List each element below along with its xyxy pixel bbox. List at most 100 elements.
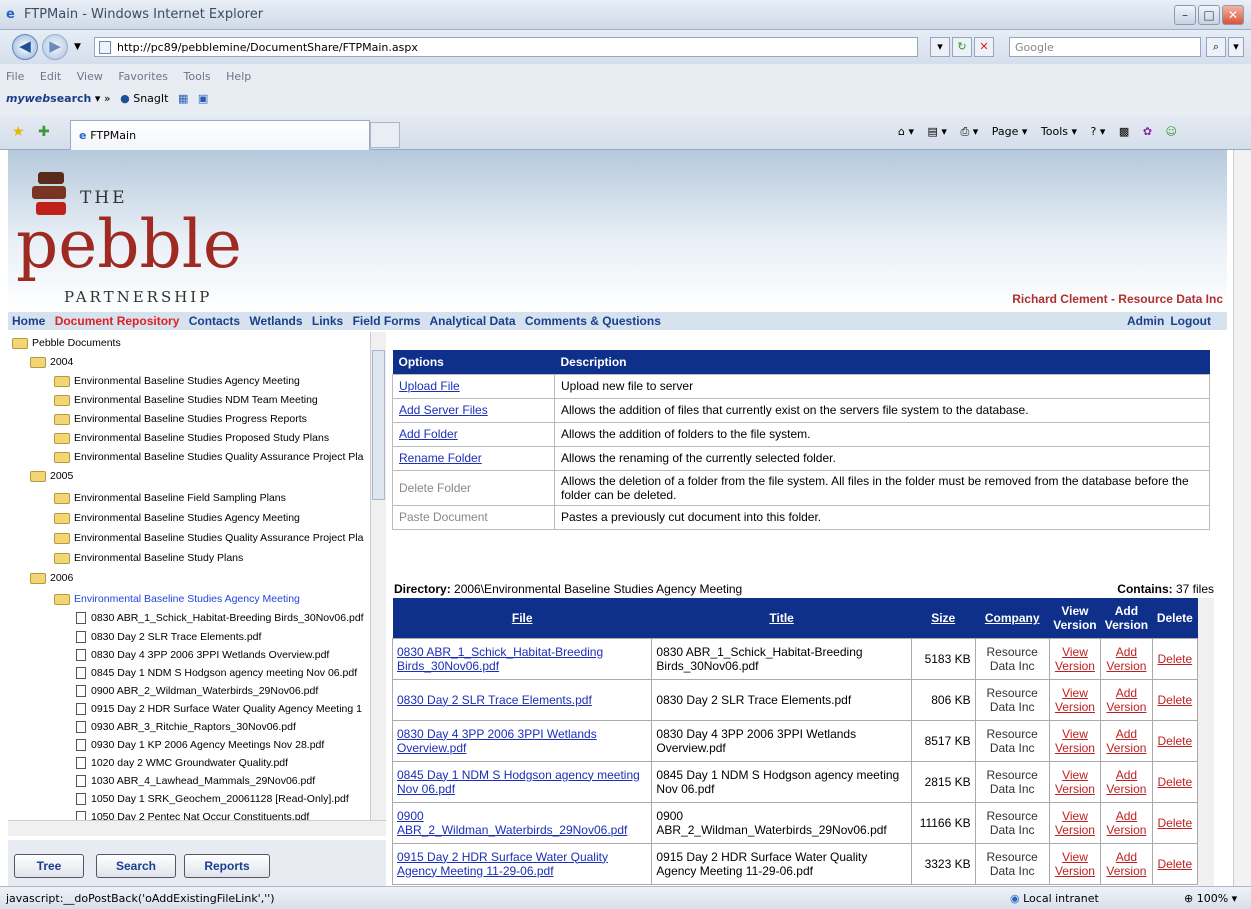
nav-analytical-data[interactable]: Analytical Data xyxy=(429,314,515,328)
nav-document-repository[interactable]: Document Repository xyxy=(55,314,180,328)
new-tab-button[interactable] xyxy=(370,122,400,148)
page-menu[interactable]: Page ▾ xyxy=(992,125,1028,138)
tree-doc[interactable]: 0930 Day 1 KP 2006 Agency Meetings Nov 2… xyxy=(76,736,324,755)
add-version-link[interactable]: Add Version xyxy=(1100,637,1153,680)
tab-ftpmain[interactable]: e FTPMain xyxy=(70,120,370,150)
tree-item[interactable]: Environmental Baseline Studies Agency Me… xyxy=(54,509,300,528)
file-link[interactable]: 0830 ABR_1_Schick_Habitat-Breeding Birds… xyxy=(391,637,653,680)
search-button[interactable]: Search xyxy=(96,854,176,878)
title-column-header[interactable]: Title xyxy=(651,598,912,638)
tree-doc[interactable]: 0900 ABR_2_Wildman_Waterbirds_29Nov06.pd… xyxy=(76,682,318,701)
view-version-link[interactable]: View Version xyxy=(1048,719,1102,762)
menu-tools[interactable]: Tools xyxy=(184,70,211,83)
upload-file-link[interactable]: Upload File xyxy=(392,373,555,399)
add-folder-link[interactable]: Add Folder xyxy=(392,421,555,447)
add-server-files-link[interactable]: Add Server Files xyxy=(392,397,555,423)
add-version-link[interactable]: Add Version xyxy=(1100,842,1153,885)
tree-doc[interactable]: 1050 Day 1 SRK_Geochem_20061128 [Read-On… xyxy=(76,790,349,809)
tree-item[interactable]: Environmental Baseline Studies Proposed … xyxy=(54,429,329,448)
favorites-star-icon[interactable]: ★ xyxy=(12,124,25,140)
tree-doc[interactable]: 1020 day 2 WMC Groundwater Quality.pdf xyxy=(76,754,288,773)
add-favorite-icon[interactable]: ✚ xyxy=(38,124,50,140)
nav-field-forms[interactable]: Field Forms xyxy=(353,314,421,328)
scroll-thumb[interactable] xyxy=(372,350,385,500)
delete-link[interactable]: Delete xyxy=(1151,637,1199,680)
tree-item[interactable]: Environmental Baseline Study Plans xyxy=(54,549,243,568)
add-version-link[interactable]: Add Version xyxy=(1100,719,1153,762)
tree-item[interactable]: Environmental Baseline Studies Quality A… xyxy=(54,529,363,548)
address-dropdown-icon[interactable]: ▾ xyxy=(930,37,950,57)
delete-link[interactable]: Delete xyxy=(1151,719,1199,762)
home-icon[interactable]: ⌂ ▾ xyxy=(898,125,914,138)
tree-horizontal-scrollbar[interactable] xyxy=(8,820,386,836)
capture-icon[interactable]: ▦ xyxy=(178,92,188,105)
file-link[interactable]: 0900 ABR_2_Wildman_Waterbirds_29Nov06.pd… xyxy=(391,801,653,844)
view-version-link[interactable]: View Version xyxy=(1048,678,1102,721)
menu-edit[interactable]: Edit xyxy=(40,70,61,83)
page-scrollbar[interactable] xyxy=(1233,150,1251,886)
tools-menu[interactable]: Tools ▾ xyxy=(1041,125,1077,138)
search-options-icon[interactable]: ▾ xyxy=(1228,37,1244,57)
tree-doc[interactable]: 0915 Day 2 HDR Surface Water Quality Age… xyxy=(76,700,362,719)
back-button[interactable]: ◀ xyxy=(12,34,38,60)
search-icon[interactable]: ⌕ xyxy=(1206,37,1226,57)
tree-folder-2005[interactable]: 2005 xyxy=(30,467,73,486)
search-input[interactable]: Google xyxy=(1009,37,1201,57)
nav-admin[interactable]: Admin xyxy=(1127,314,1164,328)
tree-item[interactable]: Environmental Baseline Studies Quality A… xyxy=(54,448,363,467)
close-button[interactable]: ✕ xyxy=(1222,5,1244,25)
file-column-header[interactable]: File xyxy=(392,598,652,638)
nav-home[interactable]: Home xyxy=(12,314,45,328)
tree-vertical-scrollbar[interactable] xyxy=(370,332,386,820)
file-link[interactable]: 0830 Day 4 3PP 2006 3PPI Wetlands Overvi… xyxy=(391,719,653,762)
add-version-link[interactable]: Add Version xyxy=(1100,801,1153,844)
add-version-link[interactable]: Add Version xyxy=(1100,760,1153,803)
tree-doc[interactable]: 1030 ABR_4_Lawhead_Mammals_29Nov06.pdf xyxy=(76,772,315,791)
size-column-header[interactable]: Size xyxy=(911,598,976,638)
view-version-link[interactable]: View Version xyxy=(1048,637,1102,680)
tree-doc[interactable]: 0830 ABR_1_Schick_Habitat-Breeding Birds… xyxy=(76,609,364,628)
feeds-icon[interactable]: ▤ ▾ xyxy=(928,125,947,138)
delete-link[interactable]: Delete xyxy=(1151,801,1199,844)
forward-button[interactable]: ▶ xyxy=(42,34,68,60)
reports-button[interactable]: Reports xyxy=(184,854,270,878)
help-icon[interactable]: ? ▾ xyxy=(1091,125,1106,138)
add-version-link[interactable]: Add Version xyxy=(1100,678,1153,721)
file-link[interactable]: 0845 Day 1 NDM S Hodgson agency meeting … xyxy=(391,760,653,803)
messenger-icon[interactable]: ☺ xyxy=(1166,125,1177,138)
tree-doc[interactable]: 0830 Day 4 3PP 2006 3PPI Wetlands Overvi… xyxy=(76,646,329,665)
file-link[interactable]: 0915 Day 2 HDR Surface Water Quality Age… xyxy=(391,842,653,885)
mywebsearch-brand[interactable]: mywebsearch xyxy=(6,92,91,105)
tree-root[interactable]: Pebble Documents xyxy=(12,334,121,353)
print-icon[interactable]: ⎙ ▾ xyxy=(960,125,978,138)
tree-folder-2006[interactable]: 2006 xyxy=(30,569,73,588)
toolbar-dropdown-icon[interactable]: ▾ » xyxy=(95,92,111,105)
rename-folder-link[interactable]: Rename Folder xyxy=(392,445,555,471)
maximize-button[interactable]: □ xyxy=(1198,5,1220,25)
history-dropdown-icon[interactable]: ▼ xyxy=(74,42,81,52)
files-scrollbar[interactable] xyxy=(1198,598,1214,886)
nav-links[interactable]: Links xyxy=(312,314,343,328)
view-version-link[interactable]: View Version xyxy=(1048,842,1102,885)
snagit-button[interactable]: SnagIt xyxy=(133,92,168,105)
tree-item-selected[interactable]: Environmental Baseline Studies Agency Me… xyxy=(54,590,300,609)
tree-folder-2004[interactable]: 2004 xyxy=(30,353,73,372)
menu-file[interactable]: File xyxy=(6,70,24,83)
delete-link[interactable]: Delete xyxy=(1151,760,1199,803)
tree-button[interactable]: Tree xyxy=(14,854,84,878)
zoom-control[interactable]: ⊕ 100% ▾ xyxy=(1184,892,1237,905)
delete-link[interactable]: Delete xyxy=(1151,678,1199,721)
stop-icon[interactable]: ✕ xyxy=(974,37,994,57)
company-column-header[interactable]: Company xyxy=(975,598,1050,638)
nav-comments[interactable]: Comments & Questions xyxy=(525,314,661,328)
yahoo-icon[interactable]: ✿ xyxy=(1143,125,1152,138)
nav-contacts[interactable]: Contacts xyxy=(189,314,240,328)
menu-help[interactable]: Help xyxy=(226,70,251,83)
view-version-link[interactable]: View Version xyxy=(1048,760,1102,803)
minimize-button[interactable]: – xyxy=(1174,5,1196,25)
research-icon[interactable]: ▩ xyxy=(1119,125,1129,138)
view-version-link[interactable]: View Version xyxy=(1048,801,1102,844)
tree-doc[interactable]: 0830 Day 2 SLR Trace Elements.pdf xyxy=(76,628,261,647)
tree-item[interactable]: Environmental Baseline Studies Agency Me… xyxy=(54,372,300,391)
delete-link[interactable]: Delete xyxy=(1151,842,1199,885)
